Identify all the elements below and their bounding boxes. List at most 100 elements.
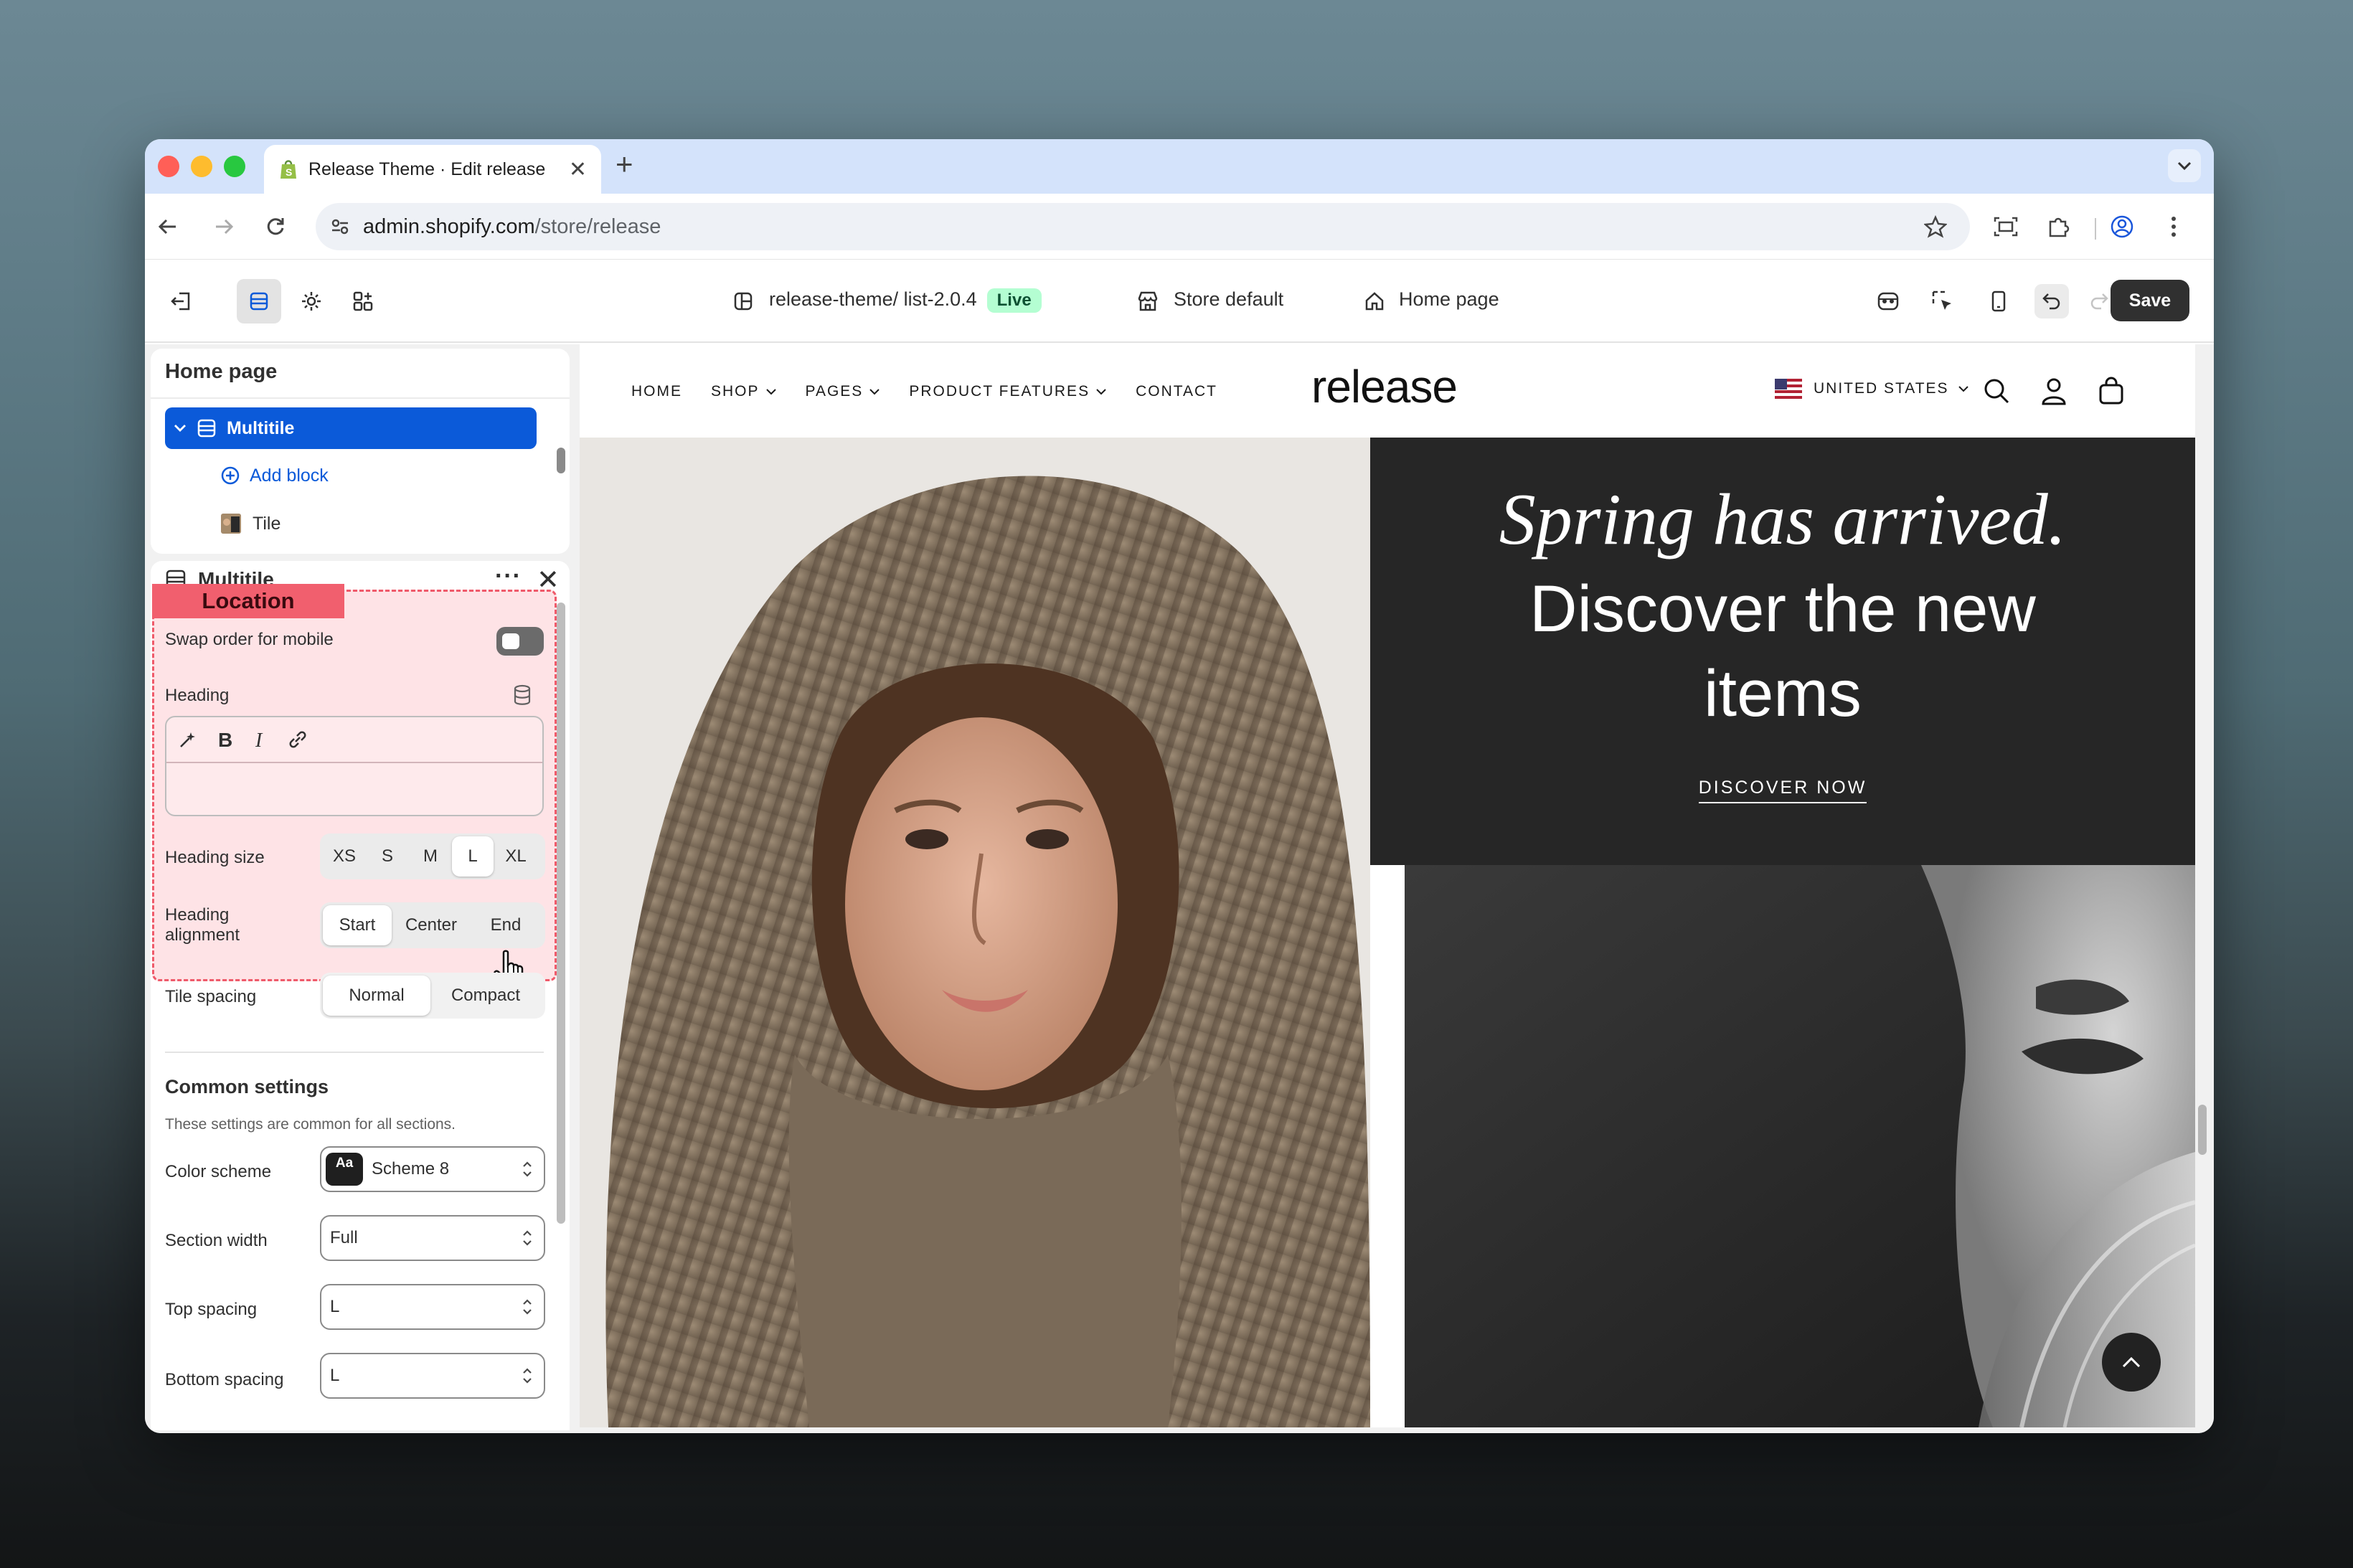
- store-selector[interactable]: Store default: [1174, 288, 1283, 311]
- gear-icon: [302, 292, 321, 311]
- add-block-button[interactable]: Add block: [220, 465, 329, 486]
- close-tab-icon[interactable]: ✕: [569, 157, 587, 182]
- store-nav: HOME SHOP PAGES PRODUCT FEATURES CONTACT: [631, 383, 1217, 400]
- section-width-value: Full: [330, 1228, 358, 1247]
- nav-pages-label: PAGES: [805, 383, 864, 400]
- tile-spacing-compact[interactable]: Compact: [430, 976, 541, 1016]
- reload-button[interactable]: [258, 209, 293, 244]
- heading-size-l[interactable]: L: [452, 836, 494, 877]
- zoom-window-button[interactable]: [224, 156, 245, 177]
- top-spacing-label: Top spacing: [165, 1300, 258, 1319]
- country-label: UNITED STATES: [1814, 380, 1949, 397]
- heading-size-s[interactable]: S: [366, 836, 409, 877]
- swap-order-toggle[interactable]: [496, 627, 544, 656]
- common-settings-title: Common settings: [165, 1076, 329, 1097]
- back-button[interactable]: [151, 209, 185, 244]
- more-actions-icon[interactable]: ···: [495, 562, 522, 590]
- block-item-tile[interactable]: Tile: [220, 512, 280, 535]
- chevron-down-icon: [1096, 389, 1106, 395]
- section-item-multitile[interactable]: Multitile: [165, 407, 537, 449]
- color-scheme-value: Scheme 8: [372, 1159, 450, 1179]
- theme-switcher[interactable]: release-theme/ list-2.0.4 Live: [769, 288, 1042, 313]
- store-preview: HOME SHOP PAGES PRODUCT FEATURES CONTACT…: [580, 344, 2195, 1427]
- close-window-button[interactable]: [158, 156, 179, 177]
- account-button[interactable]: [2036, 373, 2072, 409]
- extensions-button[interactable]: [2042, 209, 2076, 244]
- hero-photo-sweater: [580, 438, 1370, 1427]
- nav-shop[interactable]: SHOP: [711, 383, 777, 400]
- star-icon[interactable]: [1924, 215, 1947, 238]
- select-tool-button[interactable]: [1925, 284, 1960, 318]
- browser-window: S Release Theme · Edit release ✕ + admin…: [145, 139, 2214, 1433]
- undo-button[interactable]: [2034, 284, 2069, 318]
- heading-rich-text-editor[interactable]: B I: [165, 716, 544, 816]
- hero-heading: Discover the new items: [1370, 567, 2195, 736]
- tab-title: Release Theme · Edit release: [308, 159, 546, 179]
- tile-spacing-label: Tile spacing: [165, 987, 257, 1006]
- forward-button[interactable]: [207, 209, 241, 244]
- theme-settings-button[interactable]: [294, 284, 329, 318]
- settings-scrollbar[interactable]: [557, 603, 565, 1224]
- nav-pages[interactable]: PAGES: [806, 383, 881, 400]
- section-width-select[interactable]: Full: [320, 1215, 545, 1261]
- bold-icon[interactable]: B: [217, 729, 234, 750]
- page-selector[interactable]: Home page: [1399, 288, 1499, 311]
- layout-icon: [734, 292, 753, 311]
- preview-button[interactable]: [1871, 284, 1905, 318]
- editor-area: Home page Multitile Add block Tile Multi…: [145, 344, 2214, 1433]
- top-spacing-select[interactable]: L: [320, 1284, 545, 1330]
- tile-spacing-segmented: Normal Compact: [320, 973, 545, 1019]
- screenshot-button[interactable]: [1989, 209, 2023, 244]
- save-button[interactable]: Save: [2111, 280, 2189, 321]
- app-embeds-button[interactable]: [346, 284, 380, 318]
- browser-tab[interactable]: S Release Theme · Edit release ✕: [264, 145, 601, 194]
- heading-alignment-segmented: Start Center End: [320, 902, 545, 948]
- nav-home[interactable]: HOME: [631, 383, 682, 400]
- alignment-center[interactable]: Center: [392, 905, 471, 945]
- mobile-view-button[interactable]: [1981, 284, 2016, 318]
- select-chevron-icon: [523, 1230, 532, 1246]
- search-button[interactable]: [1979, 373, 2014, 409]
- common-settings-description: These settings are common for all sectio…: [165, 1116, 456, 1133]
- address-bar[interactable]: admin.shopify.com/store/release: [316, 203, 1970, 250]
- chevron-down-icon: [1958, 386, 1968, 392]
- heading-size-segmented: XS S M L XL: [320, 833, 545, 879]
- chevron-down-icon: [869, 389, 880, 395]
- location-tag: Location: [152, 584, 344, 618]
- nav-product-features-label: PRODUCT FEATURES: [909, 383, 1090, 400]
- minimize-window-button[interactable]: [191, 156, 212, 177]
- preview-scrollbar[interactable]: [2198, 1105, 2207, 1155]
- back-to-top-button[interactable]: [2102, 1333, 2161, 1392]
- italic-icon[interactable]: I: [253, 729, 268, 750]
- heading-size-xl[interactable]: XL: [494, 836, 538, 877]
- dynamic-source-icon[interactable]: [512, 684, 532, 706]
- browser-menu-button[interactable]: [2156, 209, 2191, 244]
- svg-text:S: S: [286, 166, 292, 178]
- sections-scrollbar[interactable]: [557, 448, 565, 473]
- home-icon: [1365, 292, 1384, 311]
- hero-script-heading: Spring has arrived.: [1499, 479, 2067, 560]
- nav-contact[interactable]: CONTACT: [1136, 383, 1217, 400]
- section-width-label: Section width: [165, 1231, 268, 1250]
- country-selector[interactable]: UNITED STATES: [1775, 379, 1969, 399]
- sections-view-button[interactable]: [237, 279, 281, 323]
- nav-product-features[interactable]: PRODUCT FEATURES: [909, 383, 1107, 400]
- toolbar-divider: [2095, 218, 2096, 240]
- tab-search-button[interactable]: [2168, 149, 2201, 182]
- alignment-start[interactable]: Start: [323, 905, 392, 945]
- bottom-spacing-select[interactable]: L: [320, 1353, 545, 1399]
- store-logo[interactable]: release: [1311, 360, 1458, 413]
- color-scheme-select[interactable]: Aa Scheme 8: [320, 1146, 545, 1192]
- heading-size-xs[interactable]: XS: [323, 836, 366, 877]
- tile-spacing-normal[interactable]: Normal: [323, 976, 430, 1016]
- profile-button[interactable]: [2105, 209, 2139, 244]
- link-icon[interactable]: [287, 729, 308, 750]
- new-tab-button[interactable]: +: [616, 149, 633, 179]
- cart-button[interactable]: [2093, 373, 2129, 409]
- heading-size-m[interactable]: M: [409, 836, 452, 877]
- discover-now-link[interactable]: DISCOVER NOW: [1370, 778, 2195, 803]
- exit-button[interactable]: [164, 284, 198, 318]
- magic-sparkle-icon[interactable]: [178, 729, 198, 750]
- exit-icon: [171, 292, 190, 311]
- alignment-end[interactable]: End: [471, 905, 541, 945]
